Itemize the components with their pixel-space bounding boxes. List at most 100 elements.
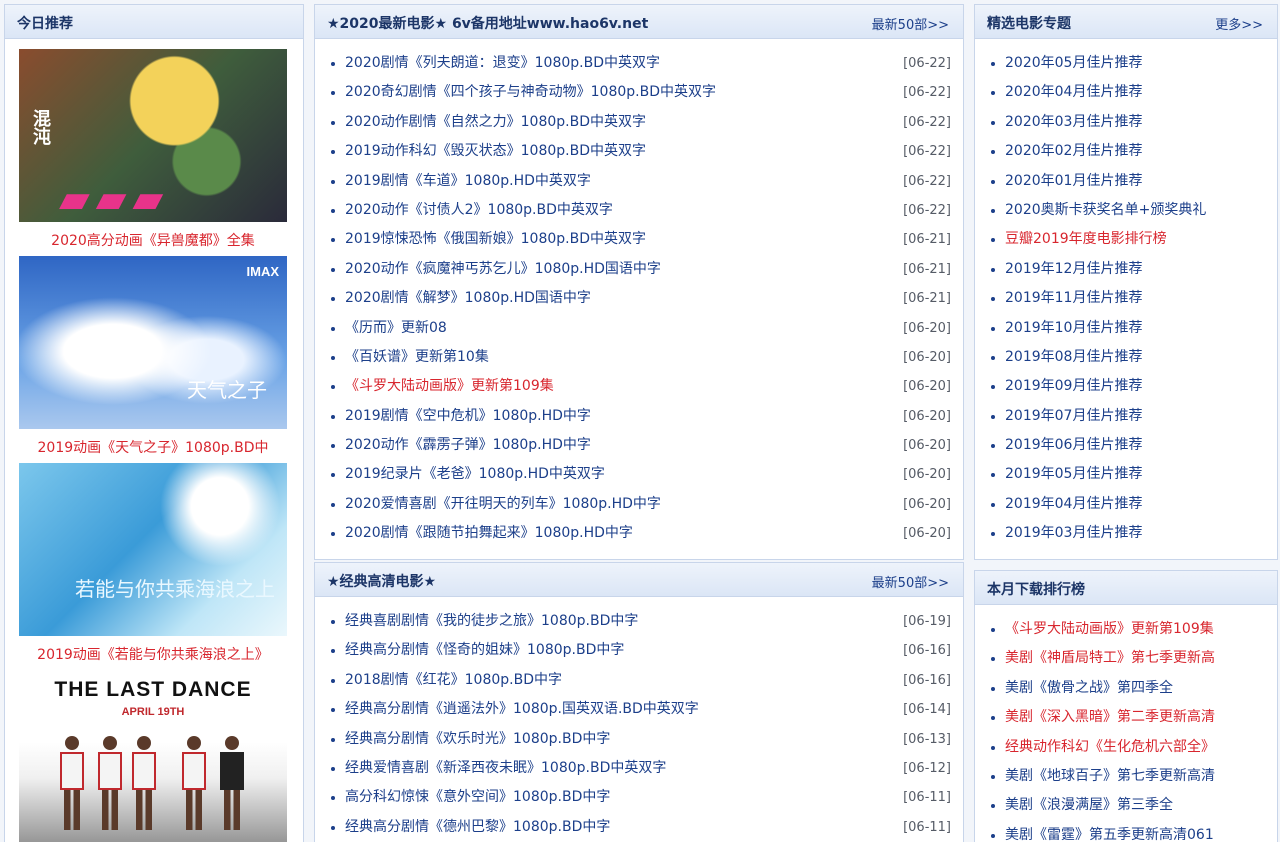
list-item[interactable]: 2020年02月佳片推荐: [975, 137, 1277, 166]
list-item[interactable]: 2020剧情《列夫朗道：退变》1080p.BD中英双字 [06-22]: [315, 49, 963, 78]
list-item[interactable]: 2020动作《讨债人2》1080p.BD中英双字 [06-22]: [315, 196, 963, 225]
item-title-link[interactable]: 《历而》更新08: [345, 320, 447, 336]
item-title-link[interactable]: 2019年09月佳片推荐: [1005, 378, 1142, 394]
list-item[interactable]: 美剧《浪漫满屋》第三季全: [975, 791, 1277, 820]
item-title-link[interactable]: 2020动作《疯魔神丐苏乞儿》1080p.HD国语中字: [345, 261, 661, 277]
list-item[interactable]: 2019年11月佳片推荐: [975, 284, 1277, 313]
poster-image[interactable]: 若能与你共乘海浪之上: [19, 463, 287, 636]
list-item[interactable]: 美剧《雷霆》第五季更新高清061: [975, 821, 1277, 842]
list-item[interactable]: 2020年05月佳片推荐: [975, 49, 1277, 78]
item-title-link[interactable]: 2019年07月佳片推荐: [1005, 408, 1142, 424]
poster-item[interactable]: THE LAST DANCE APRIL 19TH: [19, 670, 287, 842]
item-title-link[interactable]: 2020年04月佳片推荐: [1005, 84, 1142, 100]
item-title-link[interactable]: 高分科幻惊悚《意外空间》1080p.BD中字: [345, 789, 610, 805]
item-title-link[interactable]: 2020奇幻剧情《四个孩子与神奇动物》1080p.BD中英双字: [345, 84, 716, 100]
item-title-link[interactable]: 2019年11月佳片推荐: [1005, 290, 1142, 306]
item-title-link[interactable]: 2019纪录片《老爸》1080p.HD中英双字: [345, 466, 605, 482]
list-item[interactable]: 经典高分剧情《欢乐时光》1080p.BD中字 [06-13]: [315, 725, 963, 754]
list-item[interactable]: 《百妖谱》更新第10集 [06-20]: [315, 343, 963, 372]
list-item[interactable]: 经典爱情喜剧《新泽西夜未眠》1080p.BD中英双字 [06-12]: [315, 754, 963, 783]
item-title-link[interactable]: 2019年04月佳片推荐: [1005, 496, 1142, 512]
item-title-link[interactable]: 2020剧情《解梦》1080p.HD国语中字: [345, 290, 591, 306]
poster-item[interactable]: 若能与你共乘海浪之上 2019动画《若能与你共乘海浪之上》: [19, 463, 287, 664]
list-item[interactable]: 经典高分剧情《怪奇的姐妹》1080p.BD中字 [06-16]: [315, 636, 963, 665]
list-item[interactable]: 2020动作剧情《自然之力》1080p.BD中英双字 [06-22]: [315, 108, 963, 137]
item-title-link[interactable]: 2020动作《霹雳子弹》1080p.HD中字: [345, 437, 591, 453]
list-item[interactable]: 2019年05月佳片推荐: [975, 460, 1277, 489]
poster-caption-link[interactable]: 2020高分动画《异兽魔都》全集: [19, 230, 287, 250]
item-title-link[interactable]: 2019惊悚恐怖《俄国新娘》1080p.BD中英双字: [345, 231, 646, 247]
item-title-link[interactable]: 经典高分剧情《逍遥法外》1080p.国英双语.BD中英双字: [345, 701, 699, 717]
item-title-link[interactable]: 《百妖谱》更新第10集: [345, 349, 489, 365]
list-item[interactable]: 2020年04月佳片推荐: [975, 78, 1277, 107]
poster-caption-link[interactable]: 2019动画《若能与你共乘海浪之上》: [19, 644, 287, 664]
item-title-link[interactable]: 美剧《地球百子》第七季更新高清: [1005, 768, 1215, 784]
item-title-link[interactable]: 2020爱情喜剧《开往明天的列车》1080p.HD中字: [345, 496, 661, 512]
list-item[interactable]: 经典高分剧情《逍遥法外》1080p.国英双语.BD中英双字 [06-14]: [315, 695, 963, 724]
item-title-link[interactable]: 经典高分剧情《德州巴黎》1080p.BD中字: [345, 819, 610, 835]
list-item[interactable]: 2020爱情喜剧《开往明天的列车》1080p.HD中字 [06-20]: [315, 490, 963, 519]
item-title-link[interactable]: 经典动作科幻《生化危机六部全》: [1005, 739, 1215, 755]
item-title-link[interactable]: 2019年06月佳片推荐: [1005, 437, 1142, 453]
list-item[interactable]: 2019惊悚恐怖《俄国新娘》1080p.BD中英双字 [06-21]: [315, 225, 963, 254]
item-title-link[interactable]: 2020动作《讨债人2》1080p.BD中英双字: [345, 202, 613, 218]
list-item[interactable]: 2019纪录片《老爸》1080p.HD中英双字 [06-20]: [315, 460, 963, 489]
item-title-link[interactable]: 豆瓣2019年度电影排行榜: [1005, 231, 1167, 247]
classic-movies-more-link[interactable]: 最新50部>>: [872, 572, 949, 591]
list-item[interactable]: 2020动作《霹雳子弹》1080p.HD中字 [06-20]: [315, 431, 963, 460]
poster-image[interactable]: IMAX 天气之子: [19, 256, 287, 429]
item-title-link[interactable]: 经典爱情喜剧《新泽西夜未眠》1080p.BD中英双字: [345, 760, 666, 776]
list-item[interactable]: 2019年04月佳片推荐: [975, 490, 1277, 519]
item-title-link[interactable]: 2019年10月佳片推荐: [1005, 320, 1142, 336]
list-item[interactable]: 美剧《神盾局特工》第七季更新高: [975, 644, 1277, 673]
item-title-link[interactable]: 2019年03月佳片推荐: [1005, 525, 1142, 541]
item-title-link[interactable]: 《斗罗大陆动画版》更新第109集: [345, 378, 554, 394]
list-item[interactable]: 《历而》更新08 [06-20]: [315, 314, 963, 343]
new-movies-more-link[interactable]: 最新50部>>: [872, 14, 949, 33]
list-item[interactable]: 经典动作科幻《生化危机六部全》: [975, 733, 1277, 762]
list-item[interactable]: 2019年03月佳片推荐: [975, 519, 1277, 548]
list-item[interactable]: 豆瓣2019年度电影排行榜: [975, 225, 1277, 254]
list-item[interactable]: 2019年08月佳片推荐: [975, 343, 1277, 372]
item-title-link[interactable]: 2020剧情《列夫朗道：退变》1080p.BD中英双字: [345, 55, 660, 71]
list-item[interactable]: 高分科幻惊悚《意外空间》1080p.BD中字 [06-11]: [315, 783, 963, 812]
list-item[interactable]: 2020年01月佳片推荐: [975, 167, 1277, 196]
item-title-link[interactable]: 2020年02月佳片推荐: [1005, 143, 1142, 159]
topics-more-link[interactable]: 更多>>: [1215, 14, 1263, 33]
list-item[interactable]: 2020奇幻剧情《四个孩子与神奇动物》1080p.BD中英双字 [06-22]: [315, 78, 963, 107]
list-item[interactable]: 美剧《地球百子》第七季更新高清: [975, 762, 1277, 791]
list-item[interactable]: 2020剧情《解梦》1080p.HD国语中字 [06-21]: [315, 284, 963, 313]
list-item[interactable]: 2019动作科幻《毁灭状态》1080p.BD中英双字 [06-22]: [315, 137, 963, 166]
list-item[interactable]: 经典高分剧情《德州巴黎》1080p.BD中字 [06-11]: [315, 813, 963, 842]
poster-caption-link[interactable]: 2019动画《天气之子》1080p.BD中: [19, 437, 287, 457]
item-title-link[interactable]: 经典高分剧情《怪奇的姐妹》1080p.BD中字: [345, 642, 624, 658]
list-item[interactable]: 2020动作《疯魔神丐苏乞儿》1080p.HD国语中字 [06-21]: [315, 255, 963, 284]
list-item[interactable]: 2020剧情《跟随节拍舞起来》1080p.HD中字 [06-20]: [315, 519, 963, 548]
item-title-link[interactable]: 美剧《雷霆》第五季更新高清061: [1005, 827, 1214, 842]
item-title-link[interactable]: 2019年08月佳片推荐: [1005, 349, 1142, 365]
list-item[interactable]: 2019年07月佳片推荐: [975, 402, 1277, 431]
item-title-link[interactable]: 经典喜剧剧情《我的徒步之旅》1080p.BD中字: [345, 613, 638, 629]
item-title-link[interactable]: 2019剧情《车道》1080p.HD中英双字: [345, 173, 591, 189]
item-title-link[interactable]: 美剧《神盾局特工》第七季更新高: [1005, 650, 1215, 666]
item-title-link[interactable]: 美剧《傲骨之战》第四季全: [1005, 680, 1173, 696]
item-title-link[interactable]: 2020年03月佳片推荐: [1005, 114, 1142, 130]
item-title-link[interactable]: 2019年05月佳片推荐: [1005, 466, 1142, 482]
item-title-link[interactable]: 2019剧情《空中危机》1080p.HD中字: [345, 408, 591, 424]
item-title-link[interactable]: 经典高分剧情《欢乐时光》1080p.BD中字: [345, 731, 610, 747]
list-item[interactable]: 2019年12月佳片推荐: [975, 255, 1277, 284]
list-item[interactable]: 《斗罗大陆动画版》更新第109集 [06-20]: [315, 372, 963, 401]
item-title-link[interactable]: 2020年01月佳片推荐: [1005, 173, 1142, 189]
item-title-link[interactable]: 2020年05月佳片推荐: [1005, 55, 1142, 71]
poster-item[interactable]: 混沌 ▰▰▰ 2020高分动画《异兽魔都》全集: [19, 49, 287, 250]
list-item[interactable]: 《斗罗大陆动画版》更新第109集: [975, 615, 1277, 644]
list-item[interactable]: 2019剧情《车道》1080p.HD中英双字 [06-22]: [315, 167, 963, 196]
item-title-link[interactable]: 2020动作剧情《自然之力》1080p.BD中英双字: [345, 114, 646, 130]
list-item[interactable]: 美剧《傲骨之战》第四季全: [975, 674, 1277, 703]
list-item[interactable]: 2020年03月佳片推荐: [975, 108, 1277, 137]
list-item[interactable]: 2018剧情《红花》1080p.BD中字 [06-16]: [315, 666, 963, 695]
item-title-link[interactable]: 《斗罗大陆动画版》更新第109集: [1005, 621, 1214, 637]
item-title-link[interactable]: 2019动作科幻《毁灭状态》1080p.BD中英双字: [345, 143, 646, 159]
list-item[interactable]: 2019年10月佳片推荐: [975, 314, 1277, 343]
poster-item[interactable]: IMAX 天气之子 2019动画《天气之子》1080p.BD中: [19, 256, 287, 457]
